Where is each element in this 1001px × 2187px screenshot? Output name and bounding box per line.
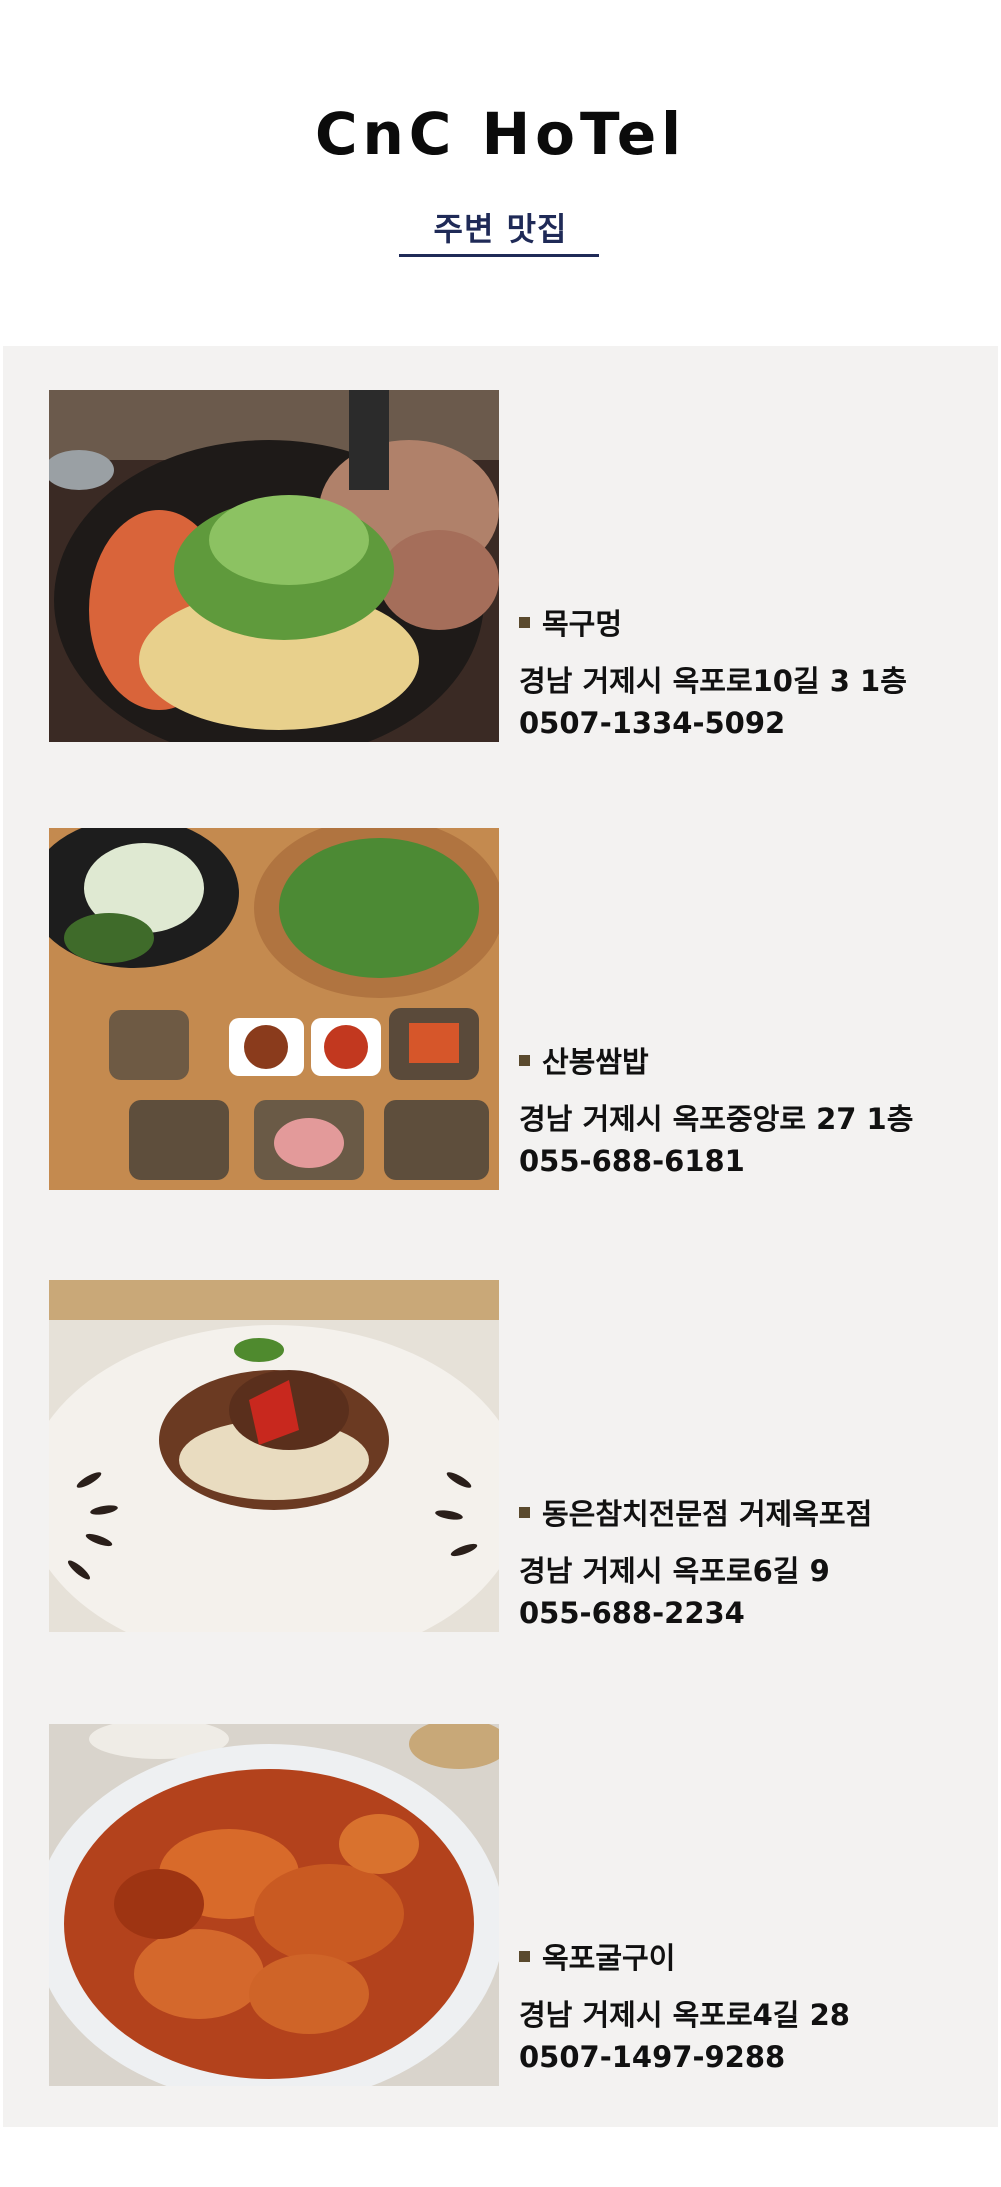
restaurant-card[interactable]: 동은참치전문점 거제옥포점 경남 거제시 옥포로6길 9 055-688-223…	[3, 1280, 998, 1632]
restaurant-card[interactable]: 산봉쌈밥 경남 거제시 옥포중앙로 27 1층 055-688-6181	[3, 828, 998, 1190]
ssambap-photo-image	[49, 828, 499, 1190]
section-subtitle: 주변 맛집	[433, 210, 568, 248]
restaurant-photo	[49, 828, 499, 1190]
bullet-icon	[519, 1054, 530, 1066]
restaurant-info: 동은참치전문점 거제옥포점 경남 거제시 옥포로6길 9 055-688-223…	[519, 1492, 989, 1634]
restaurant-card[interactable]: 옥포굴구이 경남 거제시 옥포로4길 28 0507-1497-9288	[3, 1724, 998, 2086]
restaurant-address: 경남 거제시 옥포중앙로 27 1층	[519, 1102, 914, 1136]
restaurant-name-row: 동은참치전문점 거제옥포점	[519, 1492, 989, 1532]
restaurant-name: 옥포굴구이	[542, 1941, 676, 1975]
restaurant-address: 경남 거제시 옥포로10길 3 1층	[519, 664, 907, 698]
hotel-brand-title: CnC HoTel	[314, 100, 687, 168]
restaurant-phone[interactable]: 055-688-6181	[519, 1140, 989, 1182]
page-header: CnC HoTel 주변 맛집	[0, 0, 1001, 346]
bullet-icon	[519, 1950, 530, 1962]
restaurant-phone[interactable]: 0507-1334-5092	[519, 702, 989, 744]
bullet-icon	[519, 1506, 530, 1518]
restaurant-photo	[49, 390, 499, 742]
restaurant-name-row: 목구멍	[519, 602, 989, 642]
restaurant-info: 옥포굴구이 경남 거제시 옥포로4길 28 0507-1497-9288	[519, 1936, 989, 2078]
restaurant-address: 경남 거제시 옥포로6길 9	[519, 1554, 830, 1588]
subtitle-underline	[399, 254, 599, 257]
restaurant-info: 목구멍 경남 거제시 옥포로10길 3 1층 0507-1334-5092	[519, 602, 989, 744]
restaurant-list: 목구멍 경남 거제시 옥포로10길 3 1층 0507-1334-5092 산봉…	[3, 346, 998, 2127]
restaurant-name: 산봉쌈밥	[542, 1045, 649, 1079]
restaurant-card[interactable]: 목구멍 경남 거제시 옥포로10길 3 1층 0507-1334-5092	[3, 390, 998, 742]
restaurant-address: 경남 거제시 옥포로4길 28	[519, 1998, 850, 2032]
restaurant-phone[interactable]: 0507-1497-9288	[519, 2036, 989, 2078]
restaurant-phone[interactable]: 055-688-2234	[519, 1592, 989, 1634]
restaurant-photo	[49, 1724, 499, 2086]
restaurant-info: 산봉쌈밥 경남 거제시 옥포중앙로 27 1층 055-688-6181	[519, 1040, 989, 1182]
stir-fried-photo-image	[49, 1280, 499, 1632]
restaurant-name: 동은참치전문점 거제옥포점	[542, 1497, 873, 1531]
spicy-oyster-photo-image	[49, 1724, 499, 2086]
restaurant-name: 목구멍	[542, 607, 623, 641]
restaurant-name-row: 산봉쌈밥	[519, 1040, 989, 1080]
restaurant-photo	[49, 1280, 499, 1632]
footer-strip	[0, 2127, 1001, 2187]
restaurant-name-row: 옥포굴구이	[519, 1936, 989, 1976]
samgyeopsal-photo-image	[49, 390, 499, 742]
bullet-icon	[519, 616, 530, 628]
